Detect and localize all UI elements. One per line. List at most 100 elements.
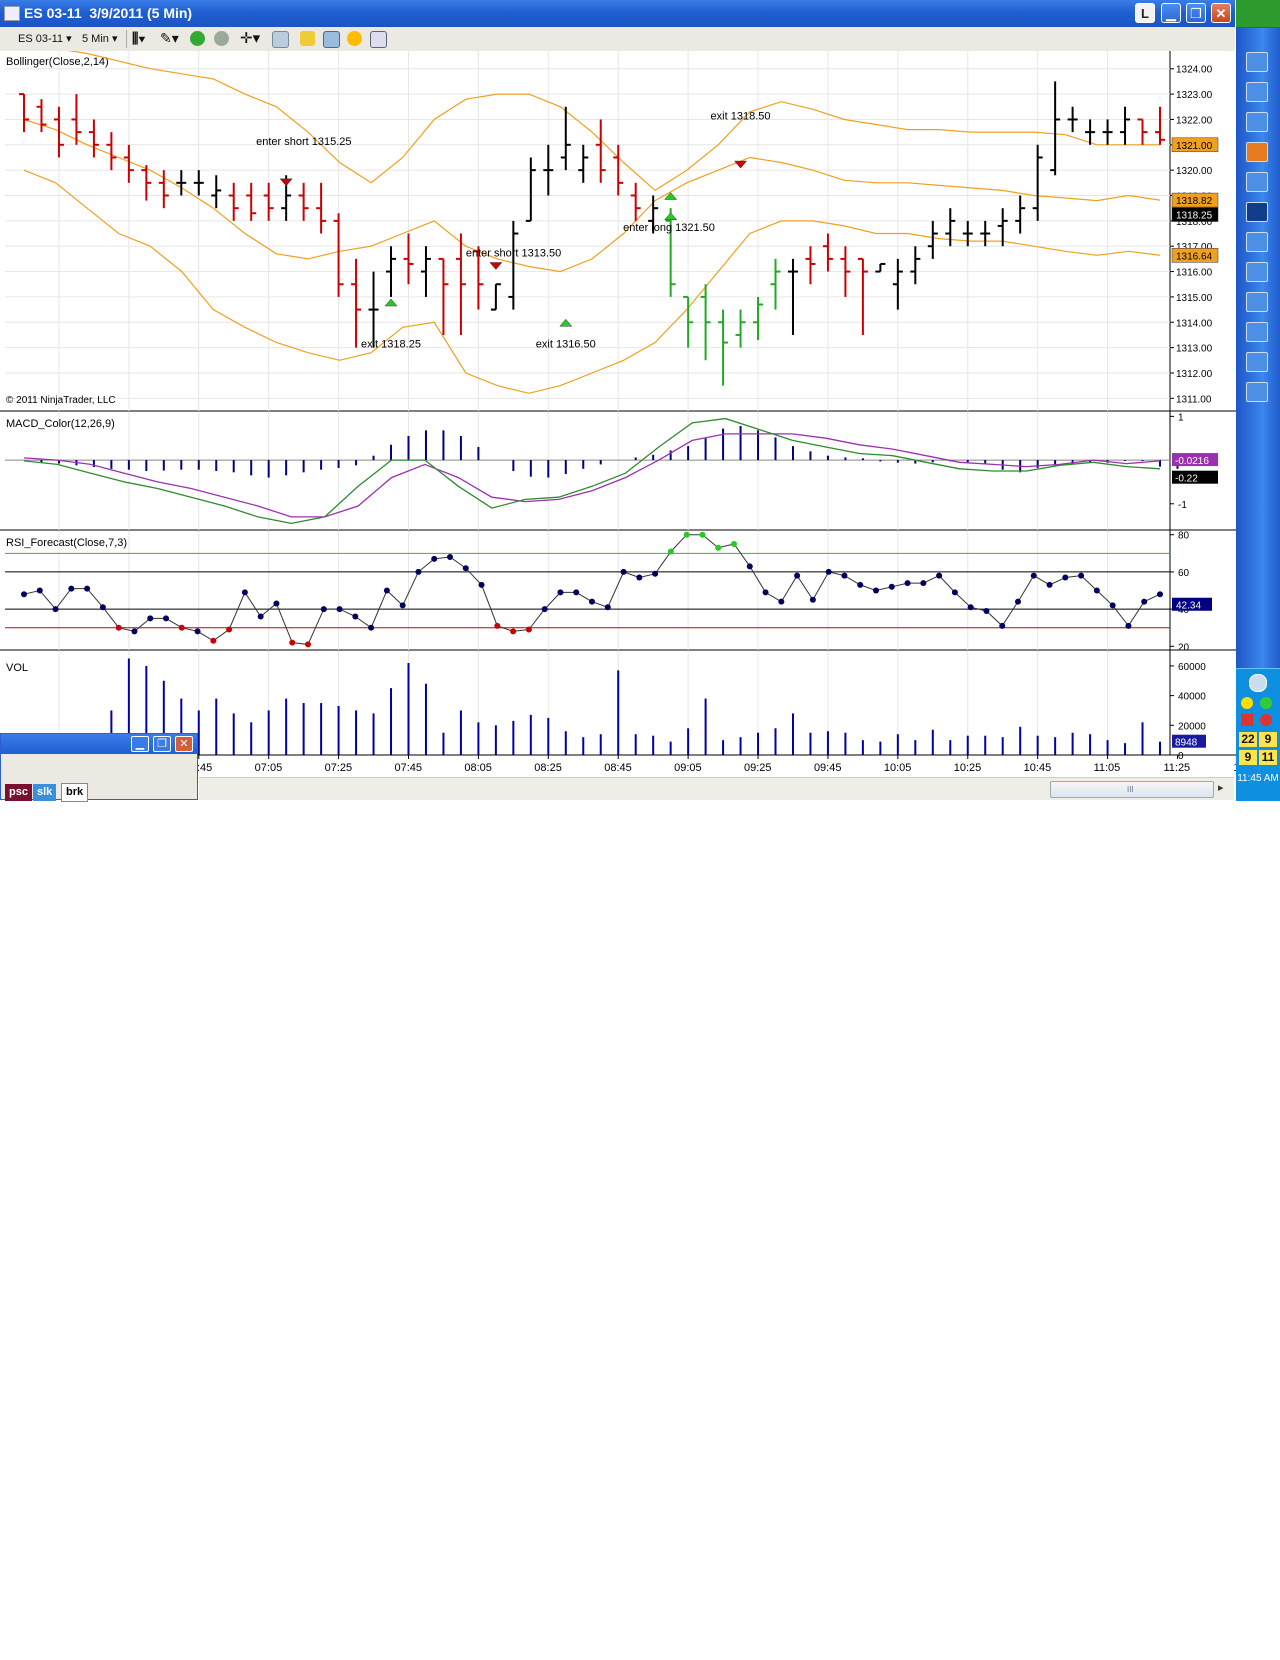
link-button[interactable]: L xyxy=(1135,3,1155,23)
rsi-point xyxy=(857,581,864,588)
chart-task-icon[interactable] xyxy=(1246,322,1268,342)
calculator-icon[interactable] xyxy=(1246,52,1268,72)
tab-slk[interactable]: slk xyxy=(33,784,57,801)
pdf-icon[interactable] xyxy=(1241,714,1253,726)
rsi-point xyxy=(715,544,722,551)
chart-toolbar: ES 03-11 ▾ 5 Min ▾ ⫼▾ ✎▾ ✛▾ xyxy=(0,27,1235,52)
tray-expand-icon[interactable] xyxy=(1249,674,1267,692)
rsi-point xyxy=(936,572,943,579)
strategies-icon[interactable] xyxy=(300,31,315,46)
chart-style-icon[interactable]: ⫼▾ xyxy=(132,30,145,47)
price-tag: 1318.25 xyxy=(1171,207,1219,222)
chart-task-icon[interactable] xyxy=(1246,232,1268,252)
instrument-selector[interactable]: ES 03-11 ▾ xyxy=(18,32,72,45)
rsi-point xyxy=(115,624,122,631)
zoom-in-icon[interactable] xyxy=(190,31,205,46)
rsi-point xyxy=(525,626,532,633)
chart-task-icon[interactable] xyxy=(1246,382,1268,402)
chart-task-icon[interactable] xyxy=(1246,202,1268,222)
tab-brk[interactable]: brk xyxy=(61,783,89,802)
rsi-point xyxy=(778,598,785,605)
price-tick-label: 1311.00 xyxy=(1176,394,1212,405)
network-icon[interactable] xyxy=(1260,697,1272,709)
chart-area[interactable]: 1324.001323.001322.001321.001320.001319.… xyxy=(0,51,1236,777)
mini-minimize-button[interactable]: ▁ xyxy=(131,736,149,752)
rsi-point xyxy=(794,572,801,579)
trade-annotation: exit 1318.50 xyxy=(711,110,771,122)
shield-icon[interactable] xyxy=(1241,697,1253,709)
interval-selector[interactable]: 5 Min ▾ xyxy=(82,32,117,45)
rsi-point xyxy=(415,568,422,575)
chart-task-icon[interactable] xyxy=(1246,262,1268,282)
close-button[interactable]: ✕ xyxy=(1211,3,1231,23)
crosshair-icon[interactable]: ✛▾ xyxy=(240,29,260,47)
time-tick-label: 08:25 xyxy=(534,762,562,774)
window-icon[interactable] xyxy=(1246,82,1268,102)
time-tick-label: 08:05 xyxy=(464,762,492,774)
chart-task-icon[interactable] xyxy=(1246,292,1268,312)
rsi-point xyxy=(462,565,469,572)
volume-value-tag-label: 8948 xyxy=(1175,738,1198,749)
rsi-point xyxy=(1015,598,1021,605)
rsi-point xyxy=(1046,581,1053,588)
rsi-point xyxy=(620,568,627,575)
mini-window-titlebar[interactable]: ▁ ❐ ✕ xyxy=(1,734,197,754)
time-tick-label: 08:45 xyxy=(604,762,632,774)
price-tag: 1316.64 xyxy=(1171,248,1219,263)
chart-task-icon[interactable] xyxy=(1246,352,1268,372)
rsi-point xyxy=(510,628,517,635)
app-icon[interactable] xyxy=(1246,172,1268,192)
price-panel-title: Bollinger(Close,2,14) xyxy=(6,56,109,68)
tab-psc[interactable]: psc xyxy=(5,784,32,801)
price-tick-label: 1312.00 xyxy=(1176,369,1213,380)
rsi-tick-label: 20 xyxy=(1178,642,1190,653)
rsi-point xyxy=(399,602,406,609)
rsi-tick-label: 80 xyxy=(1178,531,1190,542)
price-tick-label: 1320.00 xyxy=(1176,166,1213,177)
rsi-point xyxy=(478,581,485,588)
order-icon[interactable] xyxy=(347,31,362,46)
macd-value-tag-label: -0.22 xyxy=(1175,474,1198,485)
rsi-point xyxy=(541,606,548,613)
rsi-point xyxy=(731,541,737,548)
rsi-point xyxy=(589,598,595,605)
alert-icon[interactable] xyxy=(1260,714,1272,726)
tray-badge-3[interactable]: 9 xyxy=(1239,750,1257,765)
mini-window: ▁ ❐ ✕ psc slk brk xyxy=(0,733,198,802)
properties-icon[interactable] xyxy=(272,31,289,48)
restore-button[interactable]: ❐ xyxy=(1186,3,1206,23)
browser-icon[interactable] xyxy=(1246,112,1268,132)
tray-badge-1[interactable]: 22 xyxy=(1239,732,1257,747)
volume-tick-label: 60000 xyxy=(1178,662,1206,673)
rsi-point xyxy=(447,554,453,561)
rsi-value-tag: 42.34 xyxy=(1172,597,1212,612)
rsi-point xyxy=(68,585,75,592)
tray-badge-2[interactable]: 9 xyxy=(1259,732,1277,747)
rsi-tick-label: 60 xyxy=(1178,568,1190,579)
clock[interactable]: 11:45 AM xyxy=(1236,773,1280,784)
rsi-point xyxy=(1125,622,1132,629)
rsi-point xyxy=(1062,574,1069,581)
instrument-label: ES 03-11 xyxy=(18,33,64,45)
zoom-out-icon[interactable] xyxy=(214,31,229,46)
minimize-button[interactable]: ▁ xyxy=(1161,3,1181,23)
data-box-icon[interactable] xyxy=(370,31,387,48)
rsi-point xyxy=(241,589,248,596)
firefox-icon[interactable] xyxy=(1246,142,1268,162)
tray-badge-4[interactable]: 11 xyxy=(1259,750,1277,765)
price-tick-label: 1316.00 xyxy=(1176,268,1213,279)
title-bar[interactable]: ES 03-11 3/9/2011 (5 Min) L ▁ ❐ ✕ xyxy=(0,0,1235,27)
horizontal-scrollbar[interactable]: III ▸ xyxy=(199,777,1234,800)
macd-value-tag: -0.22 xyxy=(1172,470,1218,485)
mini-close-button[interactable]: ✕ xyxy=(175,736,193,752)
scroll-right-arrow-icon[interactable]: ▸ xyxy=(1218,781,1224,794)
volume-tick-label: 20000 xyxy=(1178,721,1206,732)
windows-logo-icon[interactable] xyxy=(1236,0,1280,28)
scrollbar-thumb[interactable]: III xyxy=(1050,781,1214,798)
drawing-tool-icon[interactable]: ✎▾ xyxy=(160,30,179,47)
indicators-icon[interactable] xyxy=(323,31,340,48)
mini-restore-button[interactable]: ❐ xyxy=(153,736,171,752)
time-tick-label: 07:45 xyxy=(394,762,422,774)
time-tick-label: 07:05 xyxy=(255,762,283,774)
rsi-point xyxy=(147,615,154,622)
